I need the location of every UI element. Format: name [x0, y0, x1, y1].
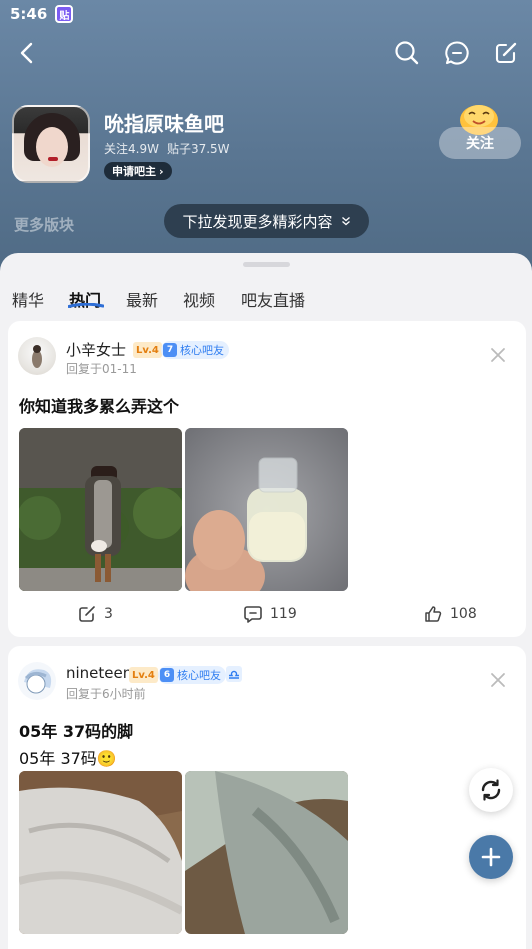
- like-button[interactable]: 108: [424, 605, 477, 623]
- plus-icon: [481, 847, 501, 867]
- post-image[interactable]: [185, 771, 348, 934]
- forum-avatar[interactable]: [12, 105, 90, 183]
- comment-icon: [244, 606, 262, 623]
- more-sections-link[interactable]: 更多版块: [14, 214, 74, 235]
- feed-tabs: 精华 热门 最新 视频 吧友直播: [0, 281, 532, 317]
- level-badge: Lv.4: [133, 342, 162, 358]
- share-count: 3: [104, 606, 113, 622]
- core-member-label: 核心吧友: [180, 344, 224, 357]
- search-icon[interactable]: [390, 36, 424, 70]
- app-notification-icon: 贴: [55, 5, 74, 23]
- refresh-icon: [481, 779, 501, 801]
- share-icon: [79, 606, 95, 622]
- post-image[interactable]: [19, 428, 182, 591]
- diamond-icon: 6: [160, 668, 174, 682]
- pull-down-hint-label: 下拉发现更多精彩内容: [182, 212, 333, 231]
- post-image[interactable]: [185, 428, 348, 591]
- close-icon[interactable]: [490, 347, 506, 363]
- post-image[interactable]: [19, 771, 182, 934]
- post-actions: 3 119 108: [8, 605, 526, 625]
- core-member-label: 核心吧友: [177, 669, 221, 682]
- reply-time: 回复于6小时前: [66, 687, 146, 701]
- post-card[interactable]: 小辛女士 Lv.4 7 核心吧友 回复于01-11 你知道我多累么弄这个 3 1…: [8, 321, 526, 637]
- top-nav: [0, 36, 532, 72]
- tab-video[interactable]: 视频: [183, 287, 215, 311]
- follower-count: 关注4.9W: [104, 142, 159, 156]
- comment-count: 119: [270, 606, 297, 622]
- level-badge: Lv.4: [129, 667, 158, 683]
- post-count: 贴子37.5W: [166, 142, 230, 156]
- core-member-badge: 6 核心吧友: [158, 666, 226, 684]
- post-title: 你知道我多累么弄这个: [19, 397, 180, 416]
- follow-button[interactable]: 关注: [439, 127, 521, 159]
- forum-name: 吮指原味鱼吧: [104, 112, 224, 136]
- username[interactable]: 小辛女士: [66, 339, 126, 360]
- active-tab-indicator: [68, 303, 104, 308]
- like-count: 108: [450, 606, 477, 622]
- forum-stats: 关注4.9W 贴子37.5W: [104, 140, 230, 157]
- post-body: 05年 37码🙂: [19, 749, 117, 768]
- back-arrow-icon[interactable]: [10, 36, 44, 70]
- message-icon[interactable]: [440, 36, 474, 70]
- avatar[interactable]: [18, 337, 56, 375]
- username[interactable]: nineteen: [66, 664, 132, 682]
- status-time: 5:46: [10, 5, 48, 23]
- tab-live[interactable]: 吧友直播: [241, 287, 305, 311]
- close-icon[interactable]: [490, 672, 506, 688]
- new-post-button[interactable]: [469, 835, 513, 879]
- share-button[interactable]: 3: [78, 605, 113, 623]
- edit-icon[interactable]: [489, 36, 523, 70]
- apply-moderator-button[interactable]: 申请吧主 ›: [104, 162, 172, 180]
- sheet-drag-handle[interactable]: [243, 262, 290, 267]
- chevron-right-icon: ›: [159, 164, 164, 178]
- forum-header: 5:46 贴 吮指原味鱼吧 关注4.9W 贴子37.5W 申请吧主 › 关注 更…: [0, 0, 532, 280]
- tab-featured[interactable]: 精华: [12, 287, 44, 311]
- thumbs-up-icon: [425, 606, 442, 622]
- libra-icon: [226, 666, 242, 682]
- avatar[interactable]: [18, 662, 56, 700]
- refresh-button[interactable]: [469, 768, 513, 812]
- diamond-icon: 7: [163, 343, 177, 357]
- comment-button[interactable]: 119: [244, 605, 297, 623]
- status-bar: 5:46 贴: [10, 4, 74, 24]
- post-card[interactable]: nineteen Lv.4 6 核心吧友 回复于6小时前 05年 37码的脚 0…: [8, 646, 526, 949]
- apply-moderator-label: 申请吧主: [112, 165, 156, 178]
- post-title: 05年 37码的脚: [19, 722, 134, 741]
- double-chevron-down-icon: [341, 217, 350, 226]
- reply-time: 回复于01-11: [66, 362, 137, 376]
- core-member-badge: 7 核心吧友: [161, 341, 229, 359]
- pull-down-hint[interactable]: 下拉发现更多精彩内容: [164, 204, 369, 238]
- tab-latest[interactable]: 最新: [126, 287, 158, 311]
